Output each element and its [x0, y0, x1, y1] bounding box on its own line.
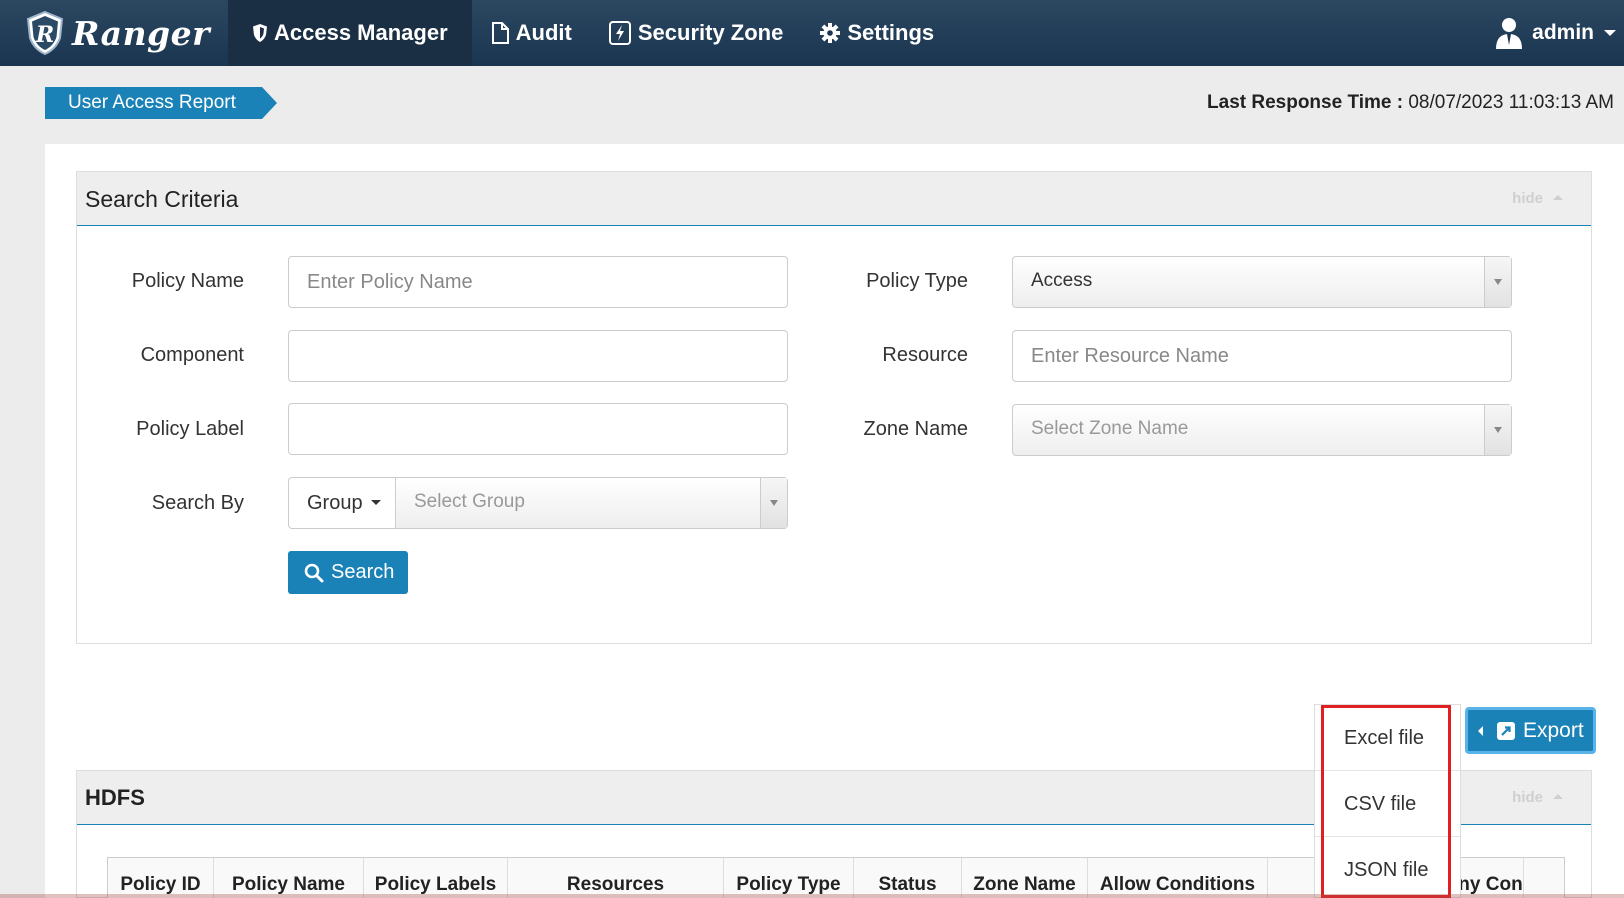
component-label: Component	[140, 344, 244, 366]
hide-label: hide	[1512, 789, 1543, 806]
nav-label: Audit	[515, 20, 572, 45]
user-menu[interactable]: admin	[1494, 0, 1624, 66]
policy-type-dropdown[interactable]: Access	[1012, 256, 1512, 308]
col-zone-name[interactable]: Zone Name	[962, 858, 1088, 898]
export-dropdown-menu: Excel file CSV file JSON file	[1314, 704, 1461, 898]
export-label: Export	[1523, 718, 1584, 742]
col-policy-name[interactable]: Policy Name	[214, 858, 364, 898]
brand-name: Ranger	[72, 13, 211, 53]
search-criteria-header: Search Criteria hide	[77, 172, 1591, 226]
top-navbar: R Ranger Access Manager Audit Security Z…	[0, 0, 1624, 66]
select-group-placeholder: Select Group	[414, 491, 525, 512]
hdfs-title: HDFS	[85, 785, 145, 810]
resource-label: Resource	[882, 344, 968, 366]
bottom-border	[0, 894, 1624, 898]
export-button[interactable]: Export	[1465, 707, 1596, 754]
last-response-time: Last Response Time : 08/07/2023 11:03:13…	[1207, 92, 1614, 114]
nav-settings[interactable]: Settings	[801, 0, 952, 66]
zone-name-dropdown[interactable]: Select Zone Name	[1012, 404, 1512, 456]
policy-type-label: Policy Type	[866, 270, 968, 292]
last-response-value: 08/07/2023 11:03:13 AM	[1408, 92, 1614, 113]
export-excel-option[interactable]: Excel file	[1315, 705, 1460, 771]
search-criteria-title: Search Criteria	[85, 186, 239, 212]
col-allow-conditions[interactable]: Allow Conditions	[1088, 858, 1268, 898]
hide-toggle[interactable]: hide	[1512, 771, 1563, 825]
search-criteria-panel: Search Criteria hide Policy Name Enter P…	[76, 171, 1592, 644]
nav-security-zone[interactable]: Security Zone	[590, 0, 801, 66]
dropdown-arrow-icon[interactable]	[1484, 405, 1511, 455]
external-link-icon	[1497, 721, 1515, 740]
policy-name-label: Policy Name	[131, 270, 244, 292]
file-icon	[491, 22, 509, 44]
caret-left-icon	[1478, 725, 1483, 736]
user-name: admin	[1532, 21, 1594, 44]
export-csv-option[interactable]: CSV file	[1315, 771, 1460, 837]
policy-name-input[interactable]: Enter Policy Name	[288, 256, 788, 308]
search-by-mode-dropdown[interactable]: Group	[288, 477, 396, 529]
dropdown-arrow-icon[interactable]	[760, 478, 787, 528]
export-json-option[interactable]: JSON file	[1315, 837, 1460, 898]
brand-logo[interactable]: R Ranger	[0, 0, 228, 66]
col-resources[interactable]: Resources	[508, 858, 724, 898]
search-button-label: Search	[331, 561, 395, 583]
nav-label: Access Manager	[274, 20, 448, 45]
search-icon	[304, 563, 324, 582]
policy-label-label: Policy Label	[136, 418, 244, 440]
zone-name-placeholder: Select Zone Name	[1031, 418, 1189, 439]
hide-toggle[interactable]: hide	[1512, 172, 1563, 226]
svg-text:R: R	[35, 22, 54, 48]
col-policy-labels[interactable]: Policy Labels	[364, 858, 508, 898]
zone-name-label: Zone Name	[863, 418, 969, 440]
component-input[interactable]	[288, 330, 788, 382]
search-by-mode: Group	[307, 492, 363, 514]
ranger-shield-icon: R	[26, 10, 64, 56]
nav-label: Security Zone	[637, 20, 784, 45]
gear-icon	[820, 23, 841, 43]
nav-access-manager[interactable]: Access Manager	[228, 0, 472, 66]
dropdown-arrow-icon[interactable]	[1484, 257, 1511, 307]
nav-label: Settings	[847, 20, 935, 45]
breadcrumb[interactable]: User Access Report	[45, 87, 277, 119]
chevron-up-icon	[1553, 794, 1563, 799]
bolt-icon	[608, 21, 631, 45]
hide-label: hide	[1512, 190, 1543, 207]
chevron-down-icon	[1604, 30, 1616, 36]
last-response-label: Last Response Time :	[1207, 92, 1404, 113]
search-button[interactable]: Search	[288, 551, 409, 594]
nav-audit[interactable]: Audit	[472, 0, 590, 66]
chevron-up-icon	[1553, 195, 1563, 200]
search-by-label: Search By	[151, 492, 244, 514]
user-icon	[1496, 18, 1523, 49]
shield-icon	[253, 24, 267, 42]
caret-down-icon	[370, 500, 381, 505]
col-policy-id[interactable]: Policy ID	[108, 858, 214, 898]
policy-label-input[interactable]	[288, 403, 788, 455]
policy-type-value: Access	[1031, 270, 1093, 291]
col-policy-type[interactable]: Policy Type	[724, 858, 854, 898]
resource-input[interactable]: Enter Resource Name	[1012, 330, 1512, 382]
col-status[interactable]: Status	[854, 858, 962, 898]
select-group-dropdown[interactable]: Select Group	[395, 477, 788, 529]
